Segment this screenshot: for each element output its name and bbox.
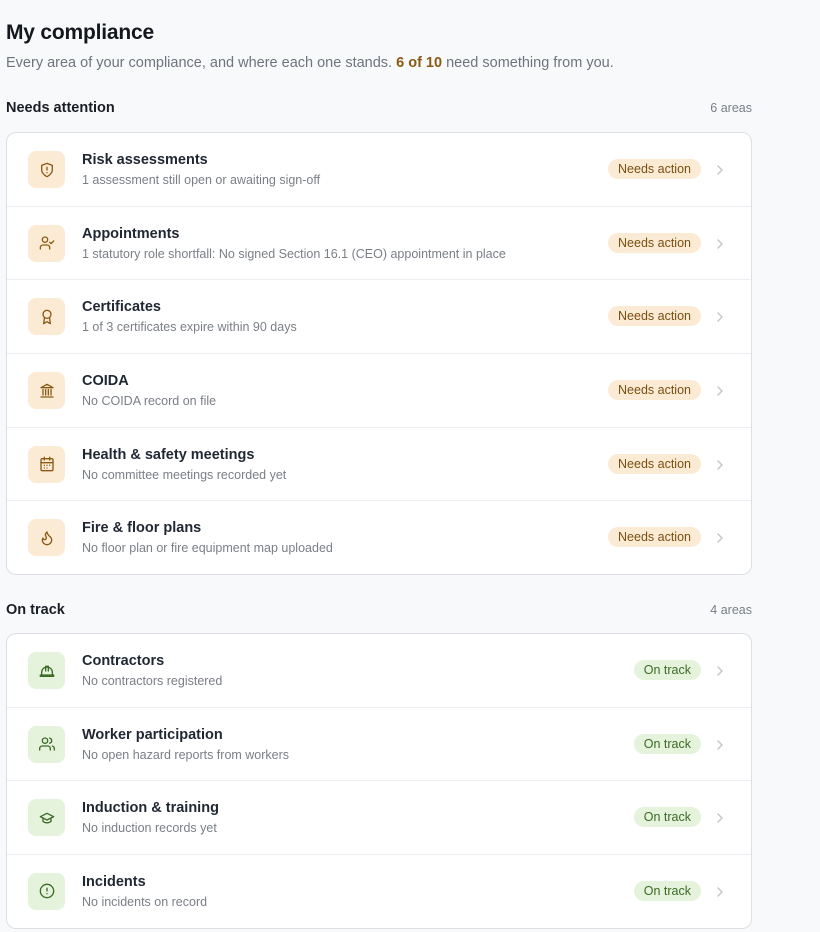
page-subtitle: Every area of your compliance, and where… (6, 55, 614, 71)
users-icon (28, 725, 65, 763)
chevron-right-icon (715, 310, 725, 323)
status-badge: Needs action (608, 232, 701, 253)
calendar-icon (28, 445, 65, 483)
compliance-page: My compliance Every area of your complia… (0, 0, 820, 932)
area-description: 1 assessment still open or awaiting sign… (82, 173, 321, 187)
area-title: Fire & floor plans (82, 520, 202, 537)
area-title: COIDA (82, 373, 129, 390)
status-badge: Needs action (608, 453, 701, 474)
area-row-coida[interactable]: COIDA No COIDA record on file Needs acti… (7, 354, 751, 428)
chevron-right-icon (715, 384, 725, 396)
chevron-right-icon (715, 163, 725, 175)
area-row-contractors[interactable]: Contractors No contractors registered On… (7, 634, 751, 708)
chevron-right-icon (715, 237, 725, 249)
area-description: No COIDA record on file (82, 394, 217, 409)
section-count: 4 areas (710, 603, 752, 617)
area-title: Appointments (82, 225, 180, 242)
area-title: Certificates (82, 299, 161, 316)
area-title: Induction & training (82, 800, 219, 817)
needs-attention-list: Risk assessments 1 assessment still open… (6, 132, 752, 575)
flame-icon (28, 519, 65, 557)
area-description: No floor plan or fire equipment map uplo… (82, 541, 333, 556)
status-badge: On track (633, 733, 701, 754)
area-description: 1 of 3 certificates expire within 90 day… (82, 320, 297, 335)
subtitle-highlight: 6 of 10 (396, 55, 443, 71)
area-title: Worker participation (82, 726, 223, 743)
area-description: No open hazard reports from workers (82, 747, 290, 762)
page-title: My compliance (6, 21, 154, 44)
chevron-right-icon (715, 664, 725, 676)
bank-icon (28, 372, 65, 410)
subtitle-text: Every area of your compliance, and where… (6, 55, 397, 71)
award-icon (28, 298, 65, 336)
area-description: No committee meetings recorded yet (82, 467, 287, 482)
graduation-cap-icon (28, 799, 65, 837)
area-row-risk-assessments[interactable]: Risk assessments 1 assessment still open… (7, 133, 751, 207)
area-description: 1 statutory role shortfall: No signed Se… (82, 246, 506, 261)
status-badge: Needs action (608, 159, 701, 179)
area-row-fire-floor-plans[interactable]: Fire & floor plans No floor plan or fire… (7, 501, 751, 574)
subtitle-text-end: need something from you. (442, 55, 614, 71)
area-row-incidents[interactable]: Incidents No incidents on record On trac… (7, 855, 751, 928)
chevron-right-icon (715, 885, 725, 897)
area-title: Contractors (82, 653, 165, 669)
section-count: 6 areas (710, 101, 752, 115)
shield-alert-icon (28, 151, 65, 188)
status-badge: On track (633, 880, 701, 901)
area-row-induction-training[interactable]: Induction & training No induction record… (7, 781, 751, 855)
status-badge: On track (633, 660, 701, 680)
chevron-right-icon (715, 738, 725, 750)
section-title: Needs attention (6, 100, 115, 116)
status-badge: Needs action (608, 306, 701, 327)
on-track-list: Contractors No contractors registered On… (6, 633, 752, 929)
area-row-certificates[interactable]: Certificates 1 of 3 certificates expire … (7, 280, 751, 355)
area-description: No induction records yet (82, 821, 217, 836)
area-row-appointments[interactable]: Appointments 1 statutory role shortfall:… (7, 207, 751, 281)
user-check-icon (28, 224, 65, 262)
section-title: On track (6, 602, 65, 618)
chevron-right-icon (715, 531, 725, 544)
chevron-right-icon (715, 458, 725, 470)
area-row-worker-participation[interactable]: Worker participation No open hazard repo… (7, 708, 751, 782)
area-description: No contractors registered (82, 674, 223, 688)
needs-attention-header: Needs attention 6 areas (6, 100, 752, 116)
status-badge: Needs action (608, 380, 701, 401)
alert-circle-icon (28, 872, 65, 910)
status-badge: On track (633, 807, 701, 828)
area-title: Incidents (82, 873, 146, 890)
hard-hat-icon (28, 652, 65, 689)
area-title: Health & safety meetings (82, 446, 255, 463)
status-badge: Needs action (608, 527, 701, 548)
area-row-health-safety-meetings[interactable]: Health & safety meetings No committee me… (7, 428, 751, 502)
chevron-right-icon (715, 811, 725, 823)
on-track-header: On track 4 areas (6, 602, 752, 618)
area-description: No incidents on record (82, 894, 208, 909)
area-title: Risk assessments (82, 152, 208, 168)
